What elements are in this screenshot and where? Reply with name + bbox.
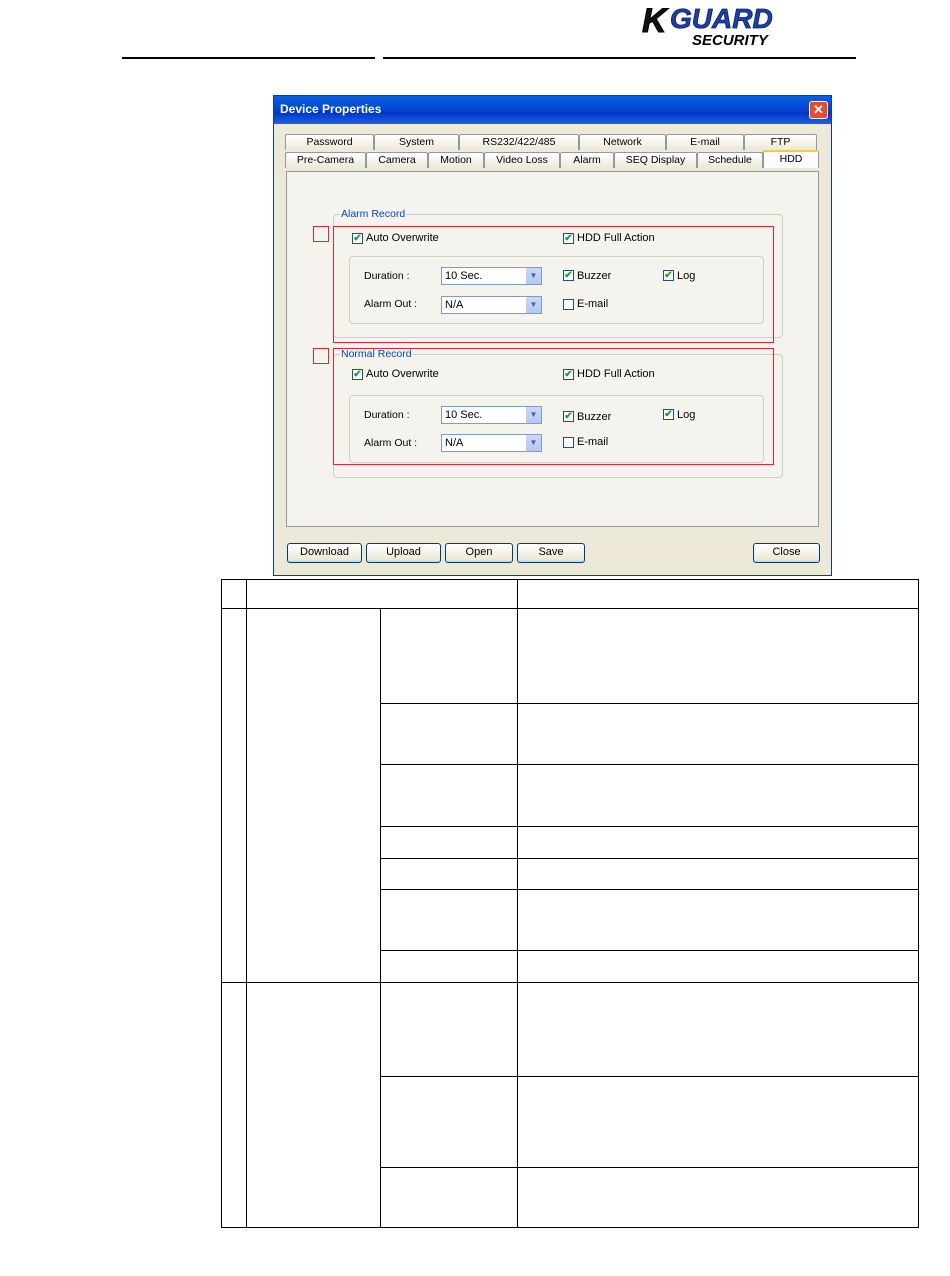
table-header-bottom (221, 608, 919, 609)
tab-motion[interactable]: Motion (428, 152, 484, 168)
table-border-bottom (221, 1227, 919, 1228)
hdd-tab-panel: Alarm Record ✔ Auto Overwrite ✔ HDD Full… (286, 171, 819, 527)
table-row-line (380, 1167, 918, 1168)
tab-schedule[interactable]: Schedule (697, 152, 763, 168)
table-row-line (380, 764, 918, 765)
table-row-line (380, 858, 918, 859)
tab-pre-camera[interactable]: Pre-Camera (285, 152, 366, 168)
tab-alarm[interactable]: Alarm (560, 152, 614, 168)
table-section-line (221, 982, 919, 983)
alarm-record-highlight-box (333, 226, 774, 343)
table-row-line (380, 703, 918, 704)
tab-hdd[interactable]: HDD (763, 150, 819, 168)
table-row-line (380, 1076, 918, 1077)
table-border-right (918, 579, 919, 1228)
tab-ftp[interactable]: FTP (744, 134, 817, 150)
normal-record-marker-box (313, 348, 329, 364)
tab-rs232[interactable]: RS232/422/485 (459, 134, 579, 150)
svg-text:SECURITY: SECURITY (692, 32, 770, 49)
open-button[interactable]: Open (445, 543, 513, 563)
tab-network[interactable]: Network (579, 134, 666, 150)
tab-email[interactable]: E-mail (666, 134, 744, 150)
normal-record-highlight-box (333, 348, 774, 465)
kguard-logo: K GUARD SECURITY (642, 2, 774, 49)
table-col-3 (517, 579, 518, 1228)
save-button[interactable]: Save (517, 543, 585, 563)
table-col-1 (246, 579, 247, 1228)
svg-text:GUARD: GUARD (670, 3, 773, 34)
close-button[interactable]: Close (753, 543, 820, 563)
tab-camera[interactable]: Camera (366, 152, 428, 168)
table-border-left (221, 579, 222, 1228)
header-rule-left (122, 57, 375, 59)
table-row-line (380, 889, 918, 890)
header-rule-right (383, 57, 856, 59)
tab-seq-display[interactable]: SEQ Display (614, 152, 697, 168)
device-properties-dialog: Device Properties ✕ Password System RS23… (273, 95, 832, 576)
dialog-title: Device Properties (280, 102, 382, 116)
tab-video-loss[interactable]: Video Loss (484, 152, 560, 168)
alarm-record-marker-box (313, 226, 329, 242)
svg-text:K: K (642, 2, 669, 40)
download-button[interactable]: Download (287, 543, 362, 563)
tab-system[interactable]: System (374, 134, 459, 150)
table-row-line (380, 826, 918, 827)
title-bar[interactable]: Device Properties ✕ (274, 96, 831, 124)
upload-button[interactable]: Upload (366, 543, 441, 563)
tab-password[interactable]: Password (285, 134, 374, 150)
table-border-top (221, 579, 919, 580)
table-col-2 (380, 608, 381, 1228)
close-window-icon[interactable]: ✕ (809, 101, 828, 119)
alarm-record-legend: Alarm Record (340, 208, 407, 220)
table-row-line (380, 950, 918, 951)
